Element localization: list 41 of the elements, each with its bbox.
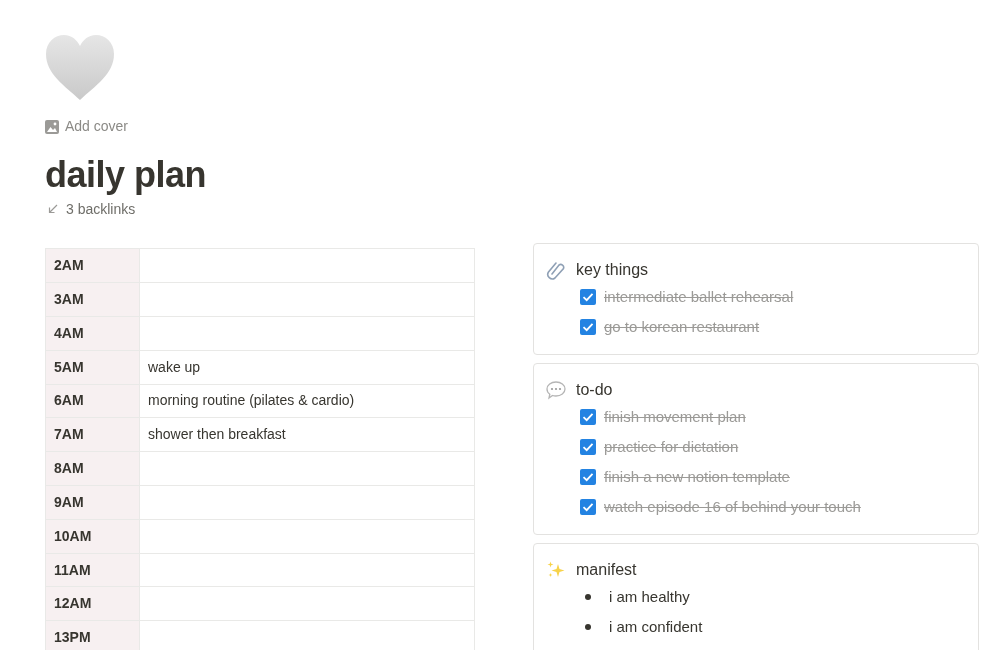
plan-cell: wake up [139,350,475,384]
time-cell: 10AM [45,519,140,554]
checkbox[interactable] [580,409,596,426]
todo-text: finish movement plan [604,406,746,427]
bullet-text: i am healthy [609,586,690,607]
time-cell: 9AM [45,485,140,520]
bullet-icon [585,594,591,601]
time-cell: 5AM [45,350,140,384]
todo-text: finish a new notion template [604,466,790,487]
page-title: daily plan [45,152,208,196]
time-cell: 13PM [45,620,140,650]
bullet-icon [585,624,591,631]
add-cover-button[interactable]: Add cover [45,116,129,137]
checkbox[interactable] [580,439,596,456]
checkbox[interactable] [580,499,596,516]
backlinks-link[interactable]: 3 backlinks [48,198,136,220]
checkbox[interactable] [580,469,596,486]
section-title: to-do [576,380,613,401]
section-title: key things [576,260,649,281]
todo-text: practice for dictation [604,436,739,457]
time-cell: 4AM [45,316,140,351]
time-cell: 11AM [45,553,140,587]
todo-text: watch episode 16 of behind your touch [604,496,861,517]
time-cell: 6AM [45,384,140,418]
speech-bubble-icon [546,380,566,401]
time-cell: 3AM [45,282,140,317]
time-cell: 8AM [45,451,140,486]
plan-cell: morning routine (pilates & cardio) [139,384,475,418]
paperclip-icon [546,260,566,281]
todo-text: intermediate ballet rehearsal [604,286,794,307]
checkbox[interactable] [580,319,596,336]
arrow-icon [48,204,58,215]
time-cell: 12AM [45,586,140,621]
bullet-text: i am confident [609,616,703,637]
section-title: manifest [576,560,637,581]
image-icon [45,119,59,134]
checkbox[interactable] [580,289,596,306]
time-cell: 2AM [45,248,140,283]
plan-cell: shower then breakfast [139,417,475,452]
todo-text: go to korean restaurant [604,316,760,337]
time-cell: 7AM [45,417,140,452]
